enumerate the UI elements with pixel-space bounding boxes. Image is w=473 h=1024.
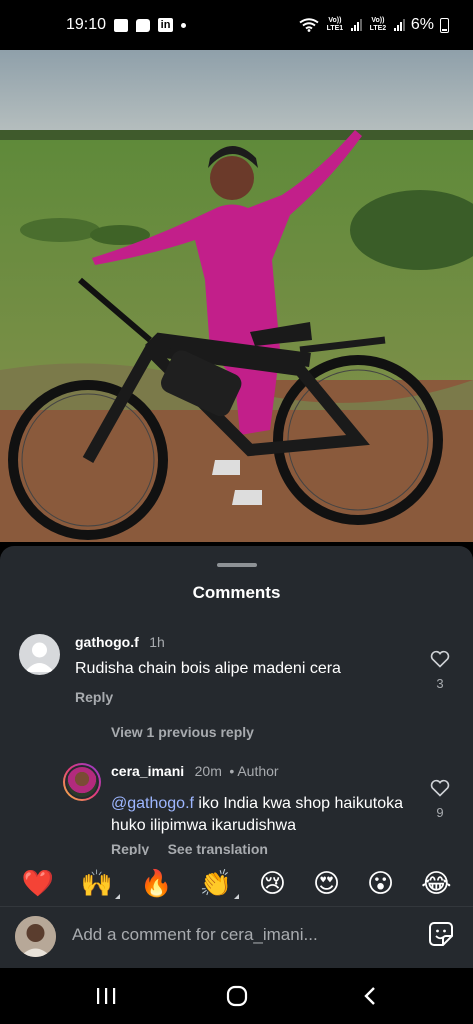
- emoji-raised-hands: 🙌: [80, 868, 114, 898]
- emoji-laughing-button[interactable]: 😂: [421, 870, 451, 896]
- comment-actions: Reply See translation: [111, 841, 268, 855]
- heart-outline-icon[interactable]: [430, 650, 450, 668]
- home-button[interactable]: [223, 984, 251, 1008]
- mention-link[interactable]: @gathogo.f: [111, 795, 194, 812]
- battery-percent: 6%: [410, 16, 434, 33]
- sim2-label: Vo)) LTE2: [369, 17, 387, 32]
- skin-tone-indicator-icon: [115, 894, 121, 899]
- post-photo[interactable]: [0, 50, 473, 542]
- reply-button[interactable]: Reply: [111, 841, 149, 855]
- message-notification-icon: [136, 18, 151, 32]
- home-icon: [226, 985, 248, 1007]
- more-notifications-icon: [181, 22, 187, 28]
- emoji-clap: 👏: [199, 868, 232, 898]
- sticker-icon: [429, 922, 453, 946]
- sim1-label: Vo)) LTE1: [326, 17, 344, 32]
- comment-username[interactable]: gathogo.f: [75, 634, 139, 650]
- signal-bars-2-icon: [393, 19, 405, 31]
- emoji-surprised-button[interactable]: 😮: [367, 870, 394, 896]
- battery-icon: [440, 17, 449, 33]
- like-count: 9: [436, 805, 444, 820]
- view-previous-replies-button[interactable]: View 1 previous reply: [111, 724, 254, 740]
- emoji-raised-hands-button[interactable]: 🙌: [80, 868, 121, 899]
- back-chevron-icon: [364, 987, 375, 1005]
- emoji-clap-button[interactable]: 👏: [199, 868, 239, 899]
- reply-button[interactable]: Reply: [75, 689, 113, 705]
- sheet-drag-handle[interactable]: [217, 563, 257, 567]
- current-user-avatar: [15, 916, 56, 957]
- skin-tone-indicator-icon: [233, 894, 239, 899]
- recent-apps-icon: [97, 988, 116, 1004]
- gallery-notification-icon: [114, 18, 129, 32]
- author-badge: • Author: [229, 763, 279, 779]
- comments-title: Comments: [192, 583, 281, 602]
- recent-apps-button[interactable]: [92, 984, 120, 1008]
- user-photo-icon: [15, 916, 56, 957]
- emoji-crying-button[interactable]: 😢: [259, 870, 286, 896]
- emoji-heart-eyes-button[interactable]: 😍: [313, 870, 340, 896]
- comment-username[interactable]: cera_imani: [111, 763, 184, 779]
- sticker-button[interactable]: [428, 921, 454, 947]
- comment-time: 20m: [194, 763, 222, 779]
- like-control[interactable]: 9: [430, 779, 450, 820]
- signal-bars-1-icon: [350, 19, 362, 31]
- avatar[interactable]: [19, 634, 60, 675]
- comment-text: @gathogo.f iko India kwa shop haikutoka …: [111, 793, 411, 837]
- photo-illustration: [0, 50, 473, 542]
- status-bar: 19:10 in Vo)) LTE1 Vo)) LTE2 6%: [0, 0, 473, 50]
- status-left: 19:10 in: [66, 16, 187, 34]
- clock: 19:10: [66, 16, 107, 33]
- wifi-icon: [299, 18, 319, 32]
- linkedin-notification-icon: in: [158, 18, 174, 32]
- emoji-heart-button[interactable]: ❤️: [21, 870, 53, 896]
- heart-outline-icon[interactable]: [430, 779, 450, 797]
- avatar[interactable]: [63, 763, 101, 801]
- system-navigation-bar: [0, 968, 473, 1024]
- emoji-reaction-bar: ❤️ 🙌 🔥 👏 😢 😍 😮 😂: [0, 860, 473, 906]
- like-control[interactable]: 3: [430, 650, 450, 691]
- comment-time: 1h: [149, 634, 165, 650]
- comment-composer: Add a comment for cera_imani...: [0, 906, 473, 968]
- see-translation-button[interactable]: See translation: [168, 841, 268, 855]
- like-count: 3: [436, 676, 444, 691]
- back-button[interactable]: [356, 984, 384, 1008]
- comment-text: Rudisha chain bois alipe madeni cera: [75, 660, 341, 677]
- status-right: Vo)) LTE1 Vo)) LTE2 6%: [299, 16, 449, 34]
- default-avatar-icon: [25, 642, 54, 672]
- emoji-fire-button[interactable]: 🔥: [140, 870, 172, 896]
- add-comment-input[interactable]: Add a comment for cera_imani...: [72, 925, 318, 945]
